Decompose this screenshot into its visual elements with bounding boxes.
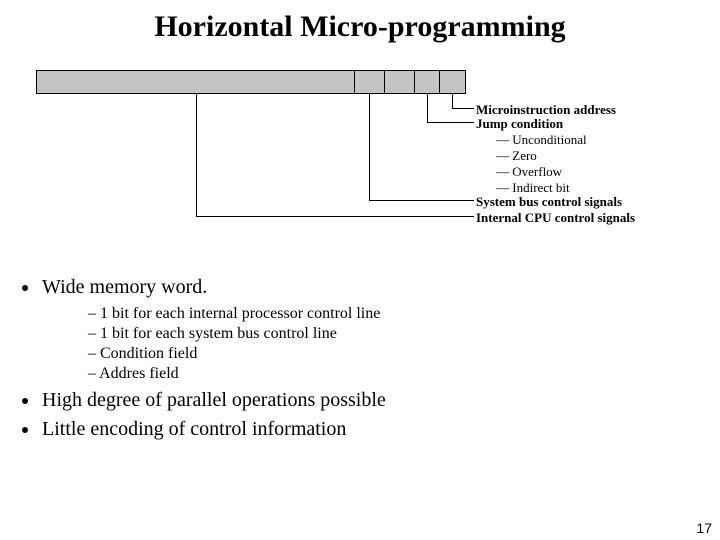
label-internal-cpu: Internal CPU control signals bbox=[476, 210, 635, 226]
microinstruction-word-box bbox=[36, 70, 466, 94]
label-cond-zero: — Zero bbox=[496, 148, 537, 164]
sub-bullet: 1 bit for each internal processor contro… bbox=[86, 305, 720, 323]
label-jump-condition: Jump condition bbox=[476, 116, 563, 132]
sub-bullet-list: 1 bit for each internal processor contro… bbox=[86, 305, 720, 383]
bullet-encoding: Little encoding of control information bbox=[40, 418, 720, 441]
bullet-parallel: High degree of parallel operations possi… bbox=[40, 389, 720, 412]
bullet-wide-memory: Wide memory word. 1 bit for each interna… bbox=[40, 276, 720, 383]
label-cond-unconditional: — Unconditional bbox=[496, 132, 587, 148]
bullet-text: Wide memory word. bbox=[42, 276, 207, 298]
sub-bullet: Addres field bbox=[86, 365, 720, 383]
label-cond-overflow: — Overflow bbox=[496, 164, 562, 180]
slide-title: Horizontal Micro-programming bbox=[0, 0, 720, 44]
microinstruction-diagram: Microinstruction address Jump condition … bbox=[36, 66, 696, 266]
page-number: 17 bbox=[696, 520, 712, 536]
label-sys-bus: System bus control signals bbox=[476, 194, 622, 210]
bullet-list: Wide memory word. 1 bit for each interna… bbox=[40, 276, 720, 441]
sub-bullet: Condition field bbox=[86, 345, 720, 363]
sub-bullet: 1 bit for each system bus control line bbox=[86, 325, 720, 343]
